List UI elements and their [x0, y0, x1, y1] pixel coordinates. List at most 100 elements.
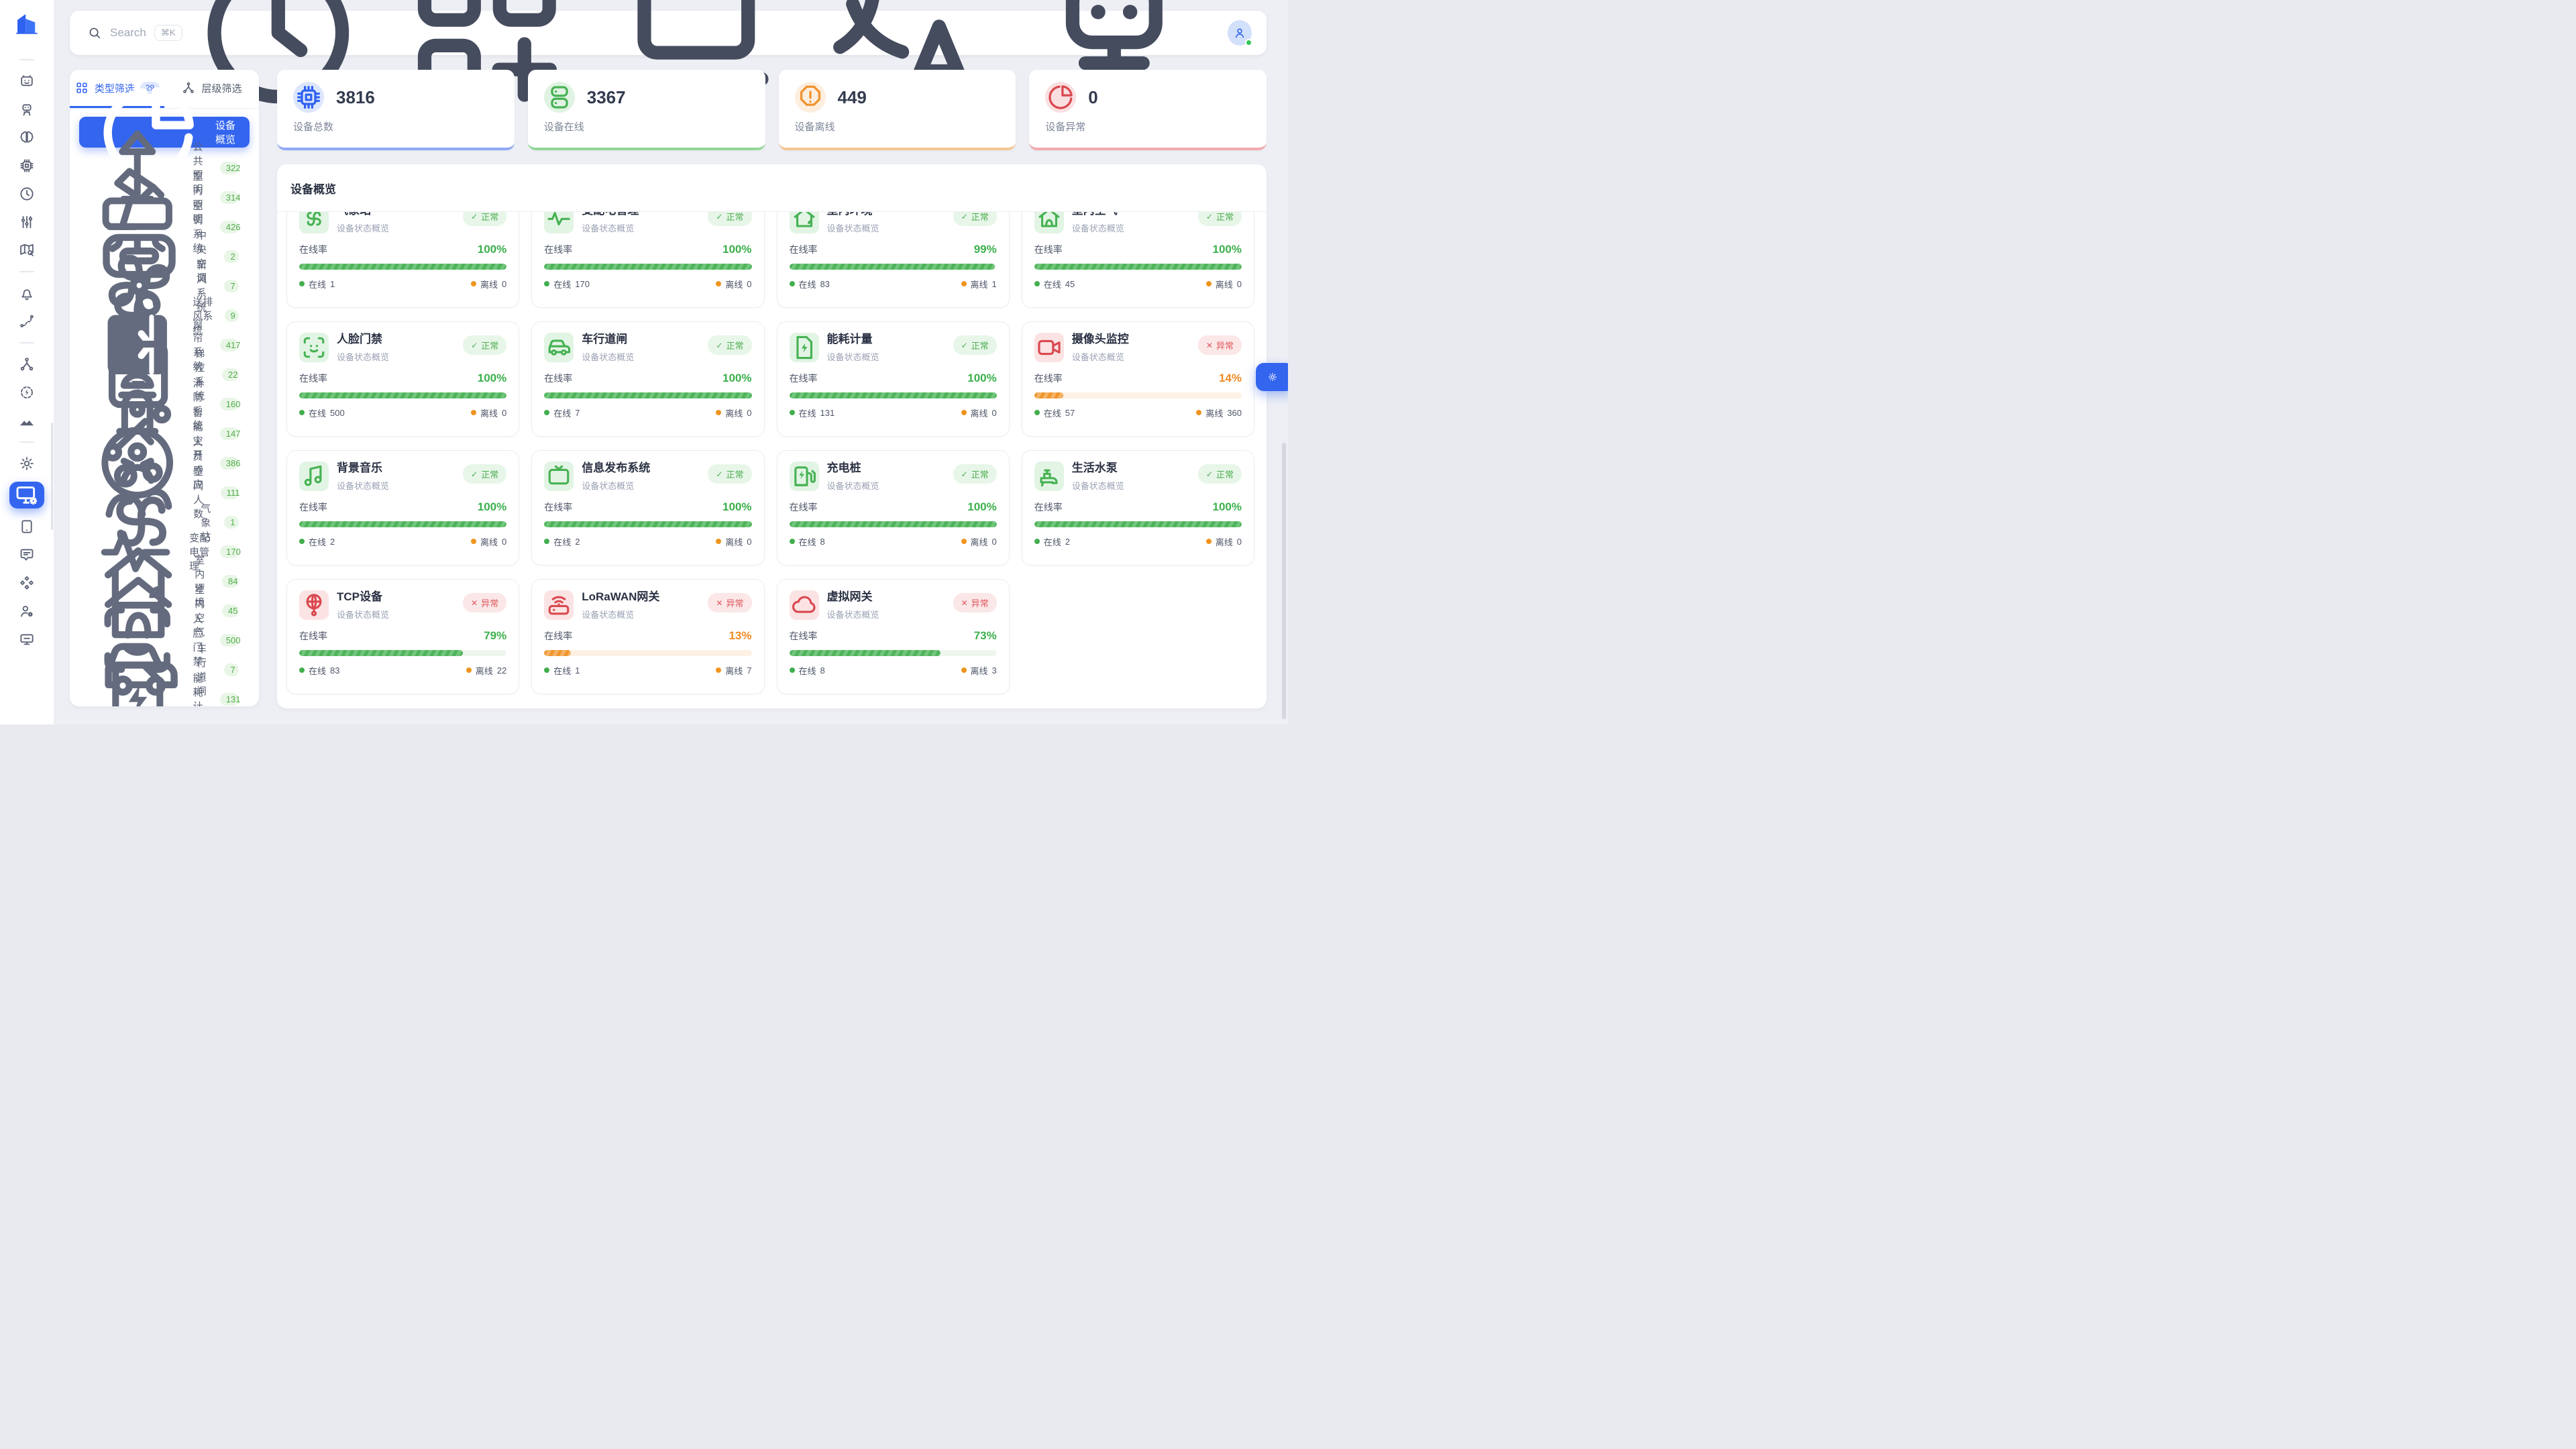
rail-item-alerts[interactable]	[13, 284, 40, 302]
floating-settings-button[interactable]	[1256, 363, 1288, 391]
stat-label: 设备异常	[1045, 119, 1250, 133]
online-rate-row: 在线率 73%	[790, 629, 997, 643]
device-card-footer: 在线 2 离线 0	[1034, 535, 1242, 548]
stat-card-total-devices[interactable]: 3816 设备总数	[277, 70, 515, 150]
rail-item-settings[interactable]	[13, 455, 40, 472]
status-mark-icon: ✕	[1206, 341, 1213, 350]
online-count: 在线 45	[1034, 278, 1075, 290]
device-card-lorawan-gateway[interactable]: LoRaWAN网关 设备状态概览 ✕ 异常 在线率 13%	[531, 579, 764, 694]
online-rate-bar	[544, 264, 751, 270]
rail-item-controls[interactable]	[13, 213, 40, 231]
rail-scrollbar-thumb[interactable]	[51, 423, 53, 530]
device-card-energy-metering[interactable]: 能耗计量 设备状态概览 ✓ 正常 在线率 100%	[777, 321, 1010, 437]
offline-value: 0	[747, 537, 751, 547]
rail-item-user-settings[interactable]	[13, 602, 40, 620]
online-rate-label: 在线率	[299, 500, 327, 514]
rail-item-displays[interactable]	[13, 631, 40, 648]
device-grid-scroll-area[interactable]: 气象站 设备状态概览 ✓ 正常 在线率 100%	[277, 212, 1267, 708]
stat-value: 3816	[336, 87, 375, 108]
online-rate-label: 在线率	[544, 243, 572, 256]
device-card-ev-charger[interactable]: 充电桩 设备状态概览 ✓ 正常 在线率 100%	[777, 450, 1010, 566]
page-scrollbar-thumb[interactable]	[1282, 443, 1286, 719]
rail-item-topology[interactable]	[13, 356, 40, 373]
online-count: 在线 57	[1034, 407, 1075, 419]
rail-item-device-management[interactable]	[9, 482, 44, 508]
online-rate-row: 在线率 99%	[790, 243, 997, 256]
stat-icon	[544, 82, 575, 113]
online-rate-value: 79%	[484, 629, 506, 643]
rail-item-tablet[interactable]	[13, 518, 40, 535]
status-badge: ✓ 正常	[463, 335, 506, 355]
status-badge: ✕ 异常	[953, 593, 997, 612]
rail-item-media[interactable]	[13, 412, 40, 429]
device-count-badge: 500	[220, 634, 239, 647]
search-input[interactable]: Search ⌘K	[87, 25, 182, 41]
offline-count: 离线 0	[716, 407, 751, 419]
device-card-indoor-air[interactable]: 室内空气 设备状态概览 ✓ 正常 在线率 100%	[1022, 212, 1254, 308]
device-card-indoor-environment[interactable]: 室内环境 设备状态概览 ✓ 正常 在线率 99%	[777, 212, 1010, 308]
rail-item-energy[interactable]	[13, 384, 40, 401]
device-card-title: LoRaWAN网关	[582, 590, 659, 604]
sidebar-item-energy-metering[interactable]: 能耗计量 131	[79, 684, 250, 706]
device-card-background-music[interactable]: 背景音乐 设备状态概览 ✓ 正常 在线率 100%	[286, 450, 519, 566]
rail-item-messages[interactable]	[13, 546, 40, 564]
device-card-subtitle: 设备状态概览	[582, 350, 634, 363]
online-count: 在线 2	[544, 535, 580, 548]
online-count: 在线 83	[299, 664, 339, 677]
device-card-weather-station[interactable]: 气象站 设备状态概览 ✓ 正常 在线率 100%	[286, 212, 519, 308]
device-card-camera-monitoring[interactable]: 摄像头监控 设备状态概览 ✕ 异常 在线率 14%	[1022, 321, 1254, 437]
device-card-footer: 在线 2 离线 0	[299, 535, 506, 548]
offline-count: 离线 0	[716, 535, 751, 548]
status-badge: ✓ 正常	[463, 212, 506, 226]
device-card-vehicle-gate[interactable]: 车行道闸 设备状态概览 ✓ 正常 在线率 100%	[531, 321, 764, 437]
rail-item-ai[interactable]	[13, 129, 40, 146]
online-value: 8	[820, 665, 825, 676]
device-card-footer: 在线 7 离线 0	[544, 407, 751, 419]
offline-value: 7	[747, 665, 751, 676]
rail-item-automation[interactable]	[13, 313, 40, 330]
device-card-water-pump[interactable]: 生活水泵 设备状态概览 ✓ 正常 在线率 100%	[1022, 450, 1254, 566]
device-card-subtitle: 设备状态概览	[827, 608, 879, 621]
rail-item-devices[interactable]	[13, 157, 40, 174]
stat-card-abnormal-devices[interactable]: 0 设备异常	[1029, 70, 1267, 150]
device-card-face-access[interactable]: 人脸门禁 设备状态概览 ✓ 正常 在线率 100%	[286, 321, 519, 437]
online-rate-bar-fill	[544, 521, 751, 527]
rail-item-robot[interactable]	[13, 101, 40, 118]
rail-divider	[19, 342, 34, 343]
online-rate-value: 13%	[729, 629, 751, 643]
offline-value: 0	[502, 408, 506, 418]
brand-logo-icon[interactable]	[13, 9, 41, 38]
online-rate-bar	[544, 650, 751, 656]
user-avatar[interactable]	[1228, 20, 1252, 46]
device-card-virtual-gateway[interactable]: 虚拟网关 设备状态概览 ✕ 异常 在线率 73%	[777, 579, 1010, 694]
online-rate-bar	[790, 521, 997, 527]
offline-dot	[961, 410, 967, 415]
device-card-subtitle: 设备状态概览	[582, 608, 659, 621]
online-rate-bar	[544, 392, 751, 398]
rail-item-history[interactable]	[13, 185, 40, 203]
online-rate-bar-fill	[1034, 392, 1063, 398]
rail-item-map-search[interactable]	[13, 241, 40, 259]
device-card-info-display[interactable]: 信息发布系统 设备状态概览 ✓ 正常 在线率 100%	[531, 450, 764, 566]
rail-item-integrations[interactable]	[13, 574, 40, 592]
left-icon-rail	[0, 0, 54, 724]
stat-card-top: 449	[795, 82, 1000, 113]
online-value: 2	[575, 537, 580, 547]
online-label: 在线	[309, 407, 326, 419]
device-count-badge: 111	[221, 486, 239, 499]
device-count-badge: 45	[222, 604, 239, 617]
status-label: 正常	[726, 468, 743, 480]
online-rate-bar-fill	[544, 264, 751, 270]
offline-value: 0	[992, 408, 997, 418]
stat-card-offline-devices[interactable]: 449 设备离线	[779, 70, 1016, 150]
offline-label: 离线	[725, 407, 743, 419]
status-label: 异常	[481, 596, 498, 609]
stat-card-online-devices[interactable]: 3367 设备在线	[528, 70, 765, 150]
device-card-tcp-devices[interactable]: TCP设备 设备状态概览 ✕ 异常 在线率 79%	[286, 579, 519, 694]
rail-item-assistant-panel[interactable]	[13, 72, 40, 90]
device-card-subtitle: 设备状态概览	[337, 479, 389, 492]
device-card-titles: 充电桩 设备状态概览	[827, 462, 879, 492]
status-mark-icon: ✓	[961, 341, 968, 350]
online-rate-value: 100%	[1213, 243, 1242, 256]
device-card-power-distribution[interactable]: 变配电管理 设备状态概览 ✓ 正常 在线率 100%	[531, 212, 764, 308]
